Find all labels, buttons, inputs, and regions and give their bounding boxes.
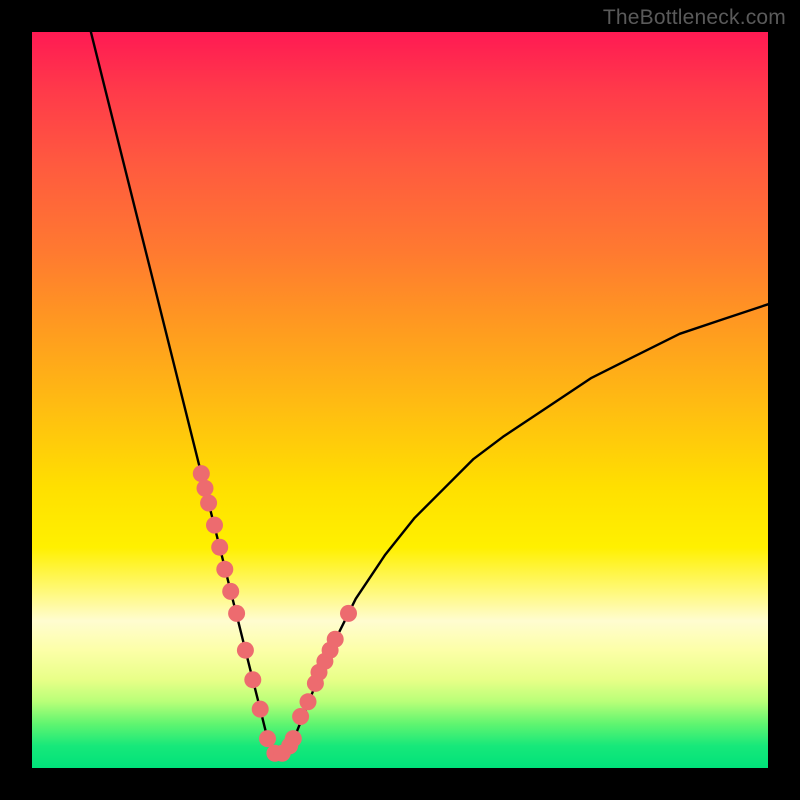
data-point [206,517,223,534]
plot-svg [32,32,768,768]
data-point [285,730,302,747]
chart-frame: TheBottleneck.com [0,0,800,800]
data-point [211,539,228,556]
data-point [300,693,317,710]
data-point [252,701,269,718]
data-point [259,730,276,747]
bottleneck-curve [91,32,768,753]
data-point [200,495,217,512]
data-point [244,671,261,688]
data-point-markers [193,465,357,762]
plot-area [32,32,768,768]
data-point [193,465,210,482]
data-point [340,605,357,622]
data-point [216,561,233,578]
data-point [237,642,254,659]
data-point [197,480,214,497]
curve-path [91,32,768,753]
data-point [228,605,245,622]
data-point [327,631,344,648]
data-point [292,708,309,725]
data-point [222,583,239,600]
watermark-text: TheBottleneck.com [603,6,786,30]
